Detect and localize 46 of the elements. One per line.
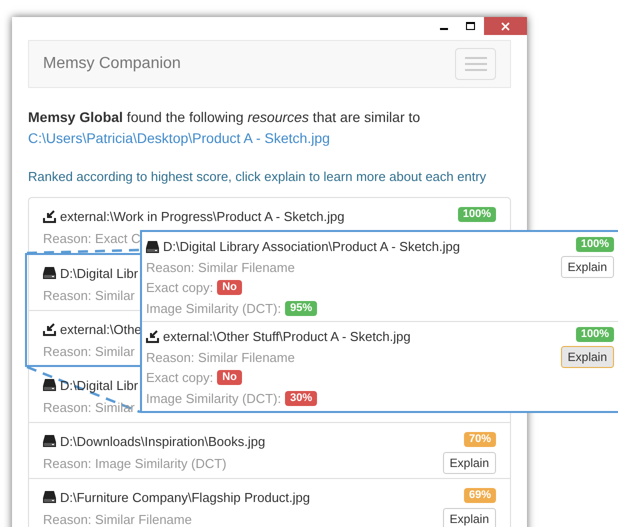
hard-drive-icon: [43, 267, 56, 280]
reason-text: Reason: Similar Filename: [146, 348, 295, 366]
hard-drive-icon: [146, 240, 159, 253]
reason-text: Reason: Exact C: [43, 230, 141, 248]
hard-drive-icon: [43, 435, 56, 448]
brand-title: Memsy Companion: [43, 54, 181, 74]
score-badge: 100%: [576, 327, 614, 342]
close-button[interactable]: [484, 17, 527, 35]
hard-drive-icon: [43, 491, 56, 504]
intro-text: Memsy Global found the following resources that are similar to: [28, 108, 422, 127]
file-path: D:\Digital Library Association\Product A - Sketch.jpg: [163, 238, 460, 256]
reason-text: Reason: Similar Filename: [146, 258, 295, 276]
close-icon: [501, 22, 510, 30]
score-badge: 70%: [464, 432, 496, 446]
file-path: D:\Digital Libr: [60, 264, 138, 283]
exact-copy-badge: No: [217, 280, 242, 296]
score-badge: 100%: [576, 237, 614, 252]
hard-drive-icon: [43, 379, 56, 392]
file-path: D:\Furniture Company\Flagship Product.jpg: [60, 488, 310, 507]
file-path: D:\Downloads\Inspiration\Books.jpg: [60, 432, 266, 451]
explain-button[interactable]: Explain: [442, 508, 496, 527]
reason-text: Reason: Image Similarity (DCT): [43, 455, 226, 473]
file-path: external:\Work in Progress\Product A - Sketch.jpg: [60, 208, 344, 226]
reason-text: Reason: Similar: [43, 399, 135, 417]
exact-copy-label: Exact copy:: [146, 279, 214, 297]
file-link[interactable]: C:\Users\Patricia\Desktop\Product A - Sketch.jpg: [28, 130, 330, 146]
file-path: external:\Other Stuff\Product A - Sketch.jpg: [163, 328, 411, 346]
import-arrow-icon: [146, 330, 159, 344]
reason-text: Reason: Similar: [43, 343, 135, 361]
reason-text: Reason: Similar Filename: [43, 511, 192, 527]
exact-copy-badge: No: [217, 370, 242, 386]
file-path: external:\Othe: [60, 320, 142, 338]
hint-text: Ranked according to highest score, click explain to learn more about each entry: [28, 168, 488, 186]
import-arrow-icon: [43, 322, 56, 336]
explain-button[interactable]: Explain: [560, 256, 614, 278]
similarity-label: Image Similarity (DCT):: [146, 390, 282, 408]
similarity-badge: 95%: [285, 300, 318, 316]
similarity-badge: 30%: [285, 390, 318, 406]
import-arrow-icon: [43, 210, 56, 223]
explain-button[interactable]: Explain: [560, 346, 614, 368]
score-badge: 100%: [458, 206, 496, 222]
exact-copy-label: Exact copy:: [146, 369, 214, 387]
reason-text: Reason: Similar: [43, 287, 135, 305]
score-badge: 69%: [464, 488, 496, 502]
similarity-label: Image Similarity (DCT):: [146, 300, 282, 318]
explain-button[interactable]: Explain: [442, 452, 496, 474]
